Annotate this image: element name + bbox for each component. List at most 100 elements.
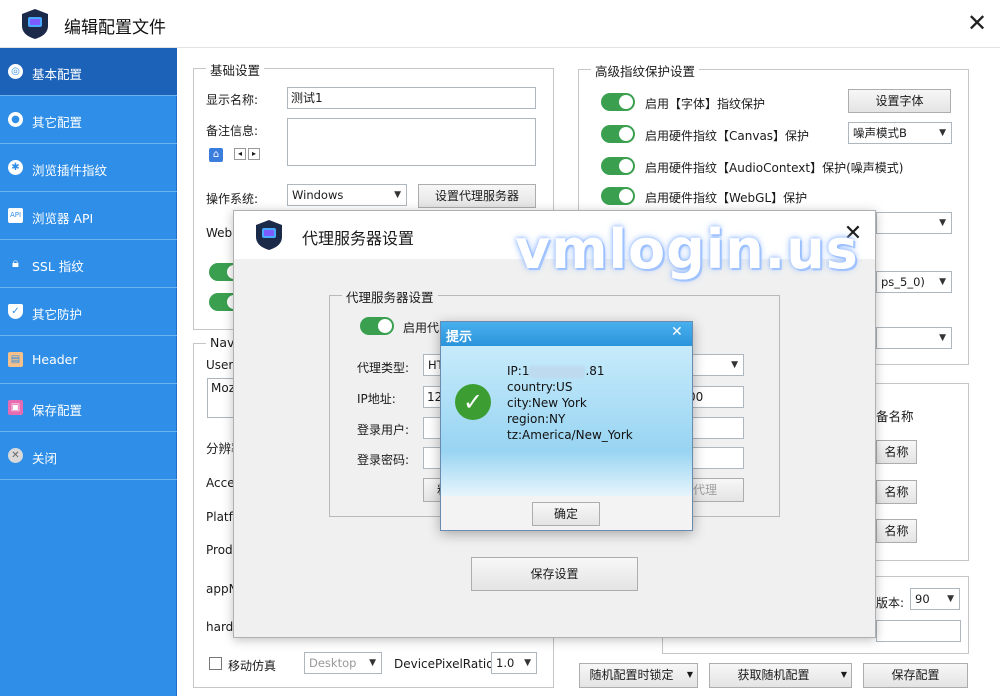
display-name-label: 显示名称: (206, 93, 259, 107)
version-select[interactable]: 90 (910, 588, 960, 610)
device-name-label: 备名称 (876, 409, 914, 424)
set-proxy-button[interactable]: 设置代理服务器 (418, 184, 536, 208)
login-user-label: 登录用户: (357, 423, 410, 437)
webgl-protect-toggle[interactable] (601, 187, 635, 205)
save-proxy-settings-button[interactable]: 保存设置 (471, 557, 638, 591)
sidebar-item-label: 浏览器 API (32, 211, 94, 226)
chevron-down-icon: ▼ (840, 670, 847, 679)
dpr-label: DevicePixelRatio: (394, 657, 498, 671)
sidebar: ◎ 基本配置 ● 其它配置 ✱ 浏览插件指纹 API 浏览器 API 🔒︎ SS… (0, 48, 177, 696)
compass-icon: ◎ (8, 64, 23, 79)
set-font-button[interactable]: 设置字体 (848, 89, 951, 113)
save-icon: ▣ (8, 400, 23, 415)
note-label: 备注信息: (206, 124, 259, 138)
device-name-button-3[interactable]: 名称 (876, 519, 917, 543)
redacted-ip-segment (529, 365, 586, 378)
alert-region: region:NY (507, 412, 566, 426)
scroll-left-icon[interactable]: ◂ (234, 148, 246, 160)
shield-icon: ✓ (8, 304, 23, 319)
font-protect-label: 启用【字体】指纹保护 (645, 97, 766, 111)
sidebar-item-other[interactable]: ● 其它配置 (0, 96, 177, 144)
alert-timezone: tz:America/New_York (507, 428, 633, 442)
device-select[interactable]: Desktop (304, 652, 382, 674)
lock-icon: 🔒︎ (12, 256, 19, 271)
api-icon: API (8, 208, 23, 223)
alert-ok-button[interactable]: 确定 (532, 502, 600, 526)
proxy-dialog-title: 代理服务器设置 (302, 229, 415, 248)
sidebar-item-header[interactable]: ▤ Header (0, 336, 177, 384)
alert-dialog: 提示 ✕ ✓ IP:1 .81 country:US city:New York … (440, 321, 693, 531)
alert-country: country:US (507, 380, 573, 394)
alert-body: ✓ IP:1 .81 country:US city:New York regio… (441, 346, 692, 496)
canvas-protect-toggle[interactable] (601, 125, 635, 143)
device-name-button-1[interactable]: 名称 (876, 440, 917, 464)
webgl-select[interactable] (876, 212, 952, 234)
app-logo-icon (22, 9, 48, 39)
alert-title: 提示 (446, 330, 473, 345)
sidebar-item-ssl[interactable]: 🔒︎ SSL 指纹 (0, 240, 177, 288)
sidebar-item-label: 其它防护 (32, 307, 83, 322)
sidebar-item-plugins[interactable]: ✱ 浏览插件指纹 (0, 144, 177, 192)
chevron-down-icon: ▼ (686, 670, 693, 679)
sidebar-item-basic[interactable]: ◎ 基本配置 (0, 48, 177, 96)
login-password-label: 登录密码: (357, 453, 410, 467)
alert-close-button[interactable]: ✕ (671, 324, 683, 340)
save-config-button[interactable]: 保存配置 (863, 663, 968, 688)
group-title: 基础设置 (206, 60, 265, 79)
chrome-icon: ● (8, 112, 23, 127)
get-random-config-button[interactable]: 获取随机配置 ▼ (709, 663, 852, 688)
title-bar: 编辑配置文件 ✕ (0, 0, 1000, 48)
scroll-right-icon[interactable]: ▸ (248, 148, 260, 160)
home-icon[interactable]: ⌂ (209, 148, 223, 162)
webgl-protect-label: 启用硬件指纹【WebGL】保护 (645, 191, 808, 205)
proxy-type-label: 代理类型: (357, 361, 410, 375)
sidebar-item-close[interactable]: ✕ 关闭 (0, 432, 177, 480)
sidebar-item-label: 基本配置 (32, 67, 83, 82)
sidebar-item-label: SSL 指纹 (32, 259, 84, 274)
os-select[interactable]: Windows (287, 184, 407, 206)
port-input[interactable]: 00 (684, 386, 744, 408)
display-name-input[interactable]: 测试1 (287, 87, 536, 109)
ip-address-label: IP地址: (357, 392, 396, 406)
group-title: 高级指纹保护设置 (591, 61, 700, 80)
get-random-config-label: 获取随机配置 (737, 668, 810, 682)
app-logo-icon (256, 220, 282, 250)
version-input[interactable] (876, 620, 961, 642)
window-title: 编辑配置文件 (64, 18, 166, 38)
watermark-text: vmlogin.us (515, 218, 859, 281)
mobile-emulation-checkbox[interactable] (209, 657, 222, 670)
random-lock-button[interactable]: 随机配置时锁定 ▼ (579, 663, 698, 688)
note-textarea[interactable] (287, 118, 536, 166)
close-icon: ✕ (8, 448, 23, 463)
dpr-select[interactable]: 1.0 (491, 652, 537, 674)
sidebar-item-api[interactable]: API 浏览器 API (0, 192, 177, 240)
advanced-select-3[interactable] (876, 327, 952, 349)
audio-protect-toggle[interactable] (601, 157, 635, 175)
mobile-emulation-label: 移动仿真 (228, 659, 277, 673)
sidebar-item-label: 浏览插件指纹 (32, 163, 108, 178)
alert-ip-suffix: .81 (585, 364, 605, 378)
sidebar-item-label: 其它配置 (32, 115, 83, 130)
header-icon: ▤ (8, 352, 23, 367)
audio-protect-label: 启用硬件指纹【AudioContext】保护(噪声模式) (645, 161, 904, 175)
alert-header: 提示 ✕ (441, 322, 692, 346)
enable-proxy-toggle[interactable] (360, 317, 394, 335)
alert-ip-prefix: IP:1 (507, 364, 530, 378)
font-protect-toggle[interactable] (601, 93, 635, 111)
close-window-button[interactable]: ✕ (962, 8, 992, 38)
os-label: 操作系统: (206, 192, 259, 206)
webgl-version-select[interactable]: ps_5_0) (876, 271, 952, 293)
group-title: 代理服务器设置 (342, 287, 438, 306)
enable-proxy-label: 启用代 (403, 321, 440, 335)
plugin-icon: ✱ (8, 160, 23, 175)
device-name-button-2[interactable]: 名称 (876, 480, 917, 504)
random-lock-label: 随机配置时锁定 (589, 668, 674, 682)
sidebar-item-label: Header (32, 352, 78, 367)
alert-ip-line: IP:1 .81 (507, 364, 605, 378)
sidebar-item-label: 关闭 (32, 451, 58, 466)
sidebar-item-protection[interactable]: ✓ 其它防护 (0, 288, 177, 336)
canvas-mode-select[interactable]: 噪声模式B (848, 122, 952, 144)
success-check-icon: ✓ (455, 384, 491, 420)
canvas-protect-label: 启用硬件指纹【Canvas】保护 (645, 129, 810, 143)
sidebar-item-save[interactable]: ▣ 保存配置 (0, 384, 177, 432)
